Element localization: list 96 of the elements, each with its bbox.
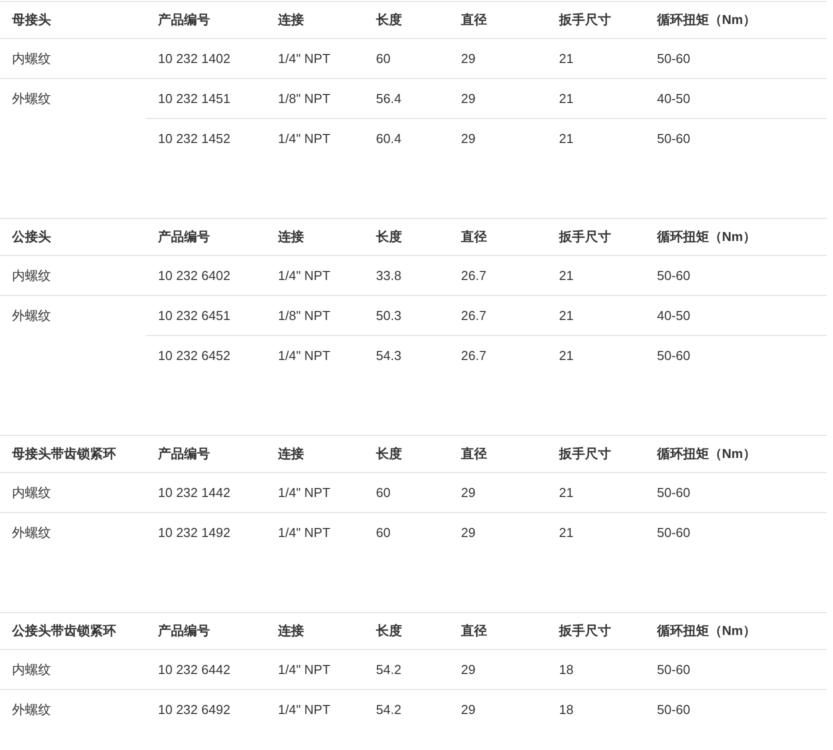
table-cell: 21 bbox=[559, 50, 574, 66]
table-cell: 54.2 bbox=[376, 702, 402, 716]
table-cell: 26.7 bbox=[461, 308, 486, 322]
table-cell: 1/4" NPT bbox=[278, 484, 330, 500]
table-cell: 10 232 1452 bbox=[158, 130, 230, 146]
column-header: 直径 bbox=[461, 12, 487, 27]
column-header: 长度 bbox=[376, 229, 402, 244]
table-cell: 50-60 bbox=[657, 484, 690, 500]
column-header: 产品编号 bbox=[158, 229, 210, 244]
table-cell: 50-60 bbox=[657, 50, 690, 66]
table-cell: 1/4" NPT bbox=[278, 348, 330, 362]
table-cell: 29 bbox=[461, 662, 476, 676]
table-cell: 1/4" NPT bbox=[278, 524, 330, 540]
table-cell: 26.7 bbox=[461, 348, 486, 362]
table-cell: 60 bbox=[376, 50, 390, 66]
table-cell: 1/4" NPT bbox=[278, 50, 330, 66]
column-header: 循环扭矩（Nm） bbox=[657, 229, 756, 244]
table-cell: 50-60 bbox=[657, 662, 690, 676]
column-header: 产品编号 bbox=[158, 12, 210, 27]
row-header: 外螺纹 bbox=[12, 525, 51, 540]
table-cell: 40-50 bbox=[657, 308, 690, 322]
column-header: 母接头 bbox=[12, 12, 51, 27]
table-cell: 60 bbox=[376, 484, 390, 500]
table-cell: 50-60 bbox=[657, 524, 690, 540]
row-header: 内螺纹 bbox=[12, 662, 51, 677]
table-cell: 10 232 6442 bbox=[158, 662, 230, 676]
table-cell: 33.8 bbox=[376, 268, 402, 282]
column-header: 连接 bbox=[278, 446, 304, 461]
row-header: 外螺纹 bbox=[12, 702, 51, 717]
table-cell: 21 bbox=[559, 484, 574, 500]
table-cell: 10 232 6402 bbox=[158, 268, 230, 282]
table-cell: 1/8" NPT bbox=[278, 308, 330, 322]
column-header: 产品编号 bbox=[158, 446, 210, 461]
column-header: 连接 bbox=[278, 12, 304, 27]
column-header: 循环扭矩（Nm） bbox=[657, 446, 756, 461]
table-cell: 10 232 6451 bbox=[158, 308, 230, 322]
table-cell: 1/4" NPT bbox=[278, 130, 330, 146]
table-cell: 50-60 bbox=[657, 268, 690, 282]
table-cell: 29 bbox=[461, 50, 476, 66]
column-header: 长度 bbox=[376, 623, 402, 638]
table-cell: 21 bbox=[559, 90, 574, 106]
table-cell: 10 232 1442 bbox=[158, 484, 230, 500]
column-header: 连接 bbox=[278, 623, 304, 638]
table-cell: 10 232 1451 bbox=[158, 90, 230, 106]
table-cell: 60 bbox=[376, 524, 390, 540]
row-header: 外螺纹 bbox=[12, 308, 51, 323]
table-cell: 10 232 1492 bbox=[158, 524, 230, 540]
table-cell: 10 232 6452 bbox=[158, 348, 230, 362]
column-header: 公接头带齿锁紧环 bbox=[12, 623, 116, 638]
column-header: 公接头 bbox=[12, 229, 51, 244]
column-header: 长度 bbox=[376, 12, 402, 27]
row-header: 内螺纹 bbox=[12, 51, 51, 66]
column-header: 长度 bbox=[376, 446, 402, 461]
column-header: 扳手尺寸 bbox=[559, 623, 611, 638]
table-cell: 21 bbox=[559, 348, 574, 362]
table-cell: 50-60 bbox=[657, 702, 690, 716]
table-cell: 18 bbox=[559, 702, 574, 716]
table-cell: 10 232 1402 bbox=[158, 50, 230, 66]
column-header: 循环扭矩（Nm） bbox=[657, 623, 756, 638]
table-cell: 1/4" NPT bbox=[278, 268, 330, 282]
table-cell: 26.7 bbox=[461, 268, 486, 282]
column-header: 扳手尺寸 bbox=[559, 229, 611, 244]
row-header: 外螺纹 bbox=[12, 91, 51, 106]
row-header: 内螺纹 bbox=[12, 485, 51, 500]
table-cell: 1/8" NPT bbox=[278, 90, 330, 106]
table-cell: 29 bbox=[461, 484, 476, 500]
table-cell: 54.2 bbox=[376, 662, 402, 676]
column-header: 扳手尺寸 bbox=[559, 446, 611, 461]
table-cell: 40-50 bbox=[657, 90, 690, 106]
table-cell: 29 bbox=[461, 130, 476, 146]
column-header: 直径 bbox=[461, 623, 487, 638]
column-header: 扳手尺寸 bbox=[559, 12, 611, 27]
table-cell: 10 232 6492 bbox=[158, 702, 230, 716]
table-cell: 21 bbox=[559, 308, 574, 322]
table-cell: 21 bbox=[559, 268, 574, 282]
table-cell: 29 bbox=[461, 90, 476, 106]
column-header: 母接头带齿锁紧环 bbox=[12, 446, 116, 461]
column-header: 连接 bbox=[278, 229, 304, 244]
table-cell: 21 bbox=[559, 130, 574, 146]
table-cell: 18 bbox=[559, 662, 574, 676]
table-cell: 56.4 bbox=[376, 90, 402, 106]
column-header: 产品编号 bbox=[158, 623, 210, 638]
table-cell: 1/4" NPT bbox=[278, 702, 330, 716]
table-cell: 50-60 bbox=[657, 130, 690, 146]
table-cell: 54.3 bbox=[376, 348, 402, 362]
column-header: 直径 bbox=[461, 446, 487, 461]
column-header: 循环扭矩（Nm） bbox=[657, 12, 756, 27]
table-cell: 29 bbox=[461, 524, 476, 540]
table-cell: 29 bbox=[461, 702, 476, 716]
row-header: 内螺纹 bbox=[12, 268, 51, 283]
table-cell: 60.4 bbox=[376, 130, 402, 146]
table-cell: 50.3 bbox=[376, 308, 402, 322]
table-cell: 50-60 bbox=[657, 348, 690, 362]
table-cell: 21 bbox=[559, 524, 574, 540]
column-header: 直径 bbox=[461, 229, 487, 244]
table-cell: 1/4" NPT bbox=[278, 662, 330, 676]
